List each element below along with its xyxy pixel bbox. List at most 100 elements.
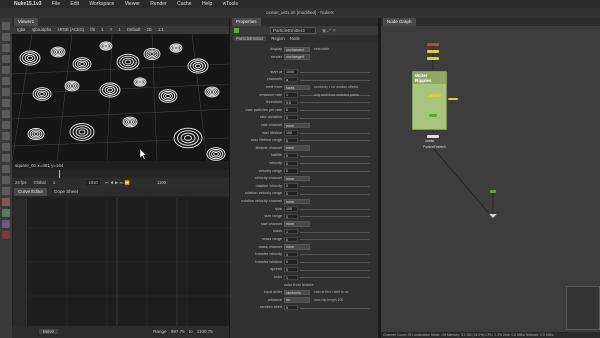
tab-particle-emitter[interactable]: ParticleEmitter xyxy=(233,36,267,41)
knob-value[interactable]: 0 xyxy=(284,168,298,174)
furnace-tool-icon[interactable] xyxy=(2,187,10,195)
knob-dropdown[interactable]: unchanged xyxy=(284,46,310,52)
knob-value[interactable]: 0 xyxy=(284,213,298,220)
knob-slider[interactable] xyxy=(300,186,370,188)
viewer-gain[interactable]: 1 xyxy=(101,27,103,32)
knob-value[interactable]: 1 xyxy=(284,228,298,235)
ocean-node[interactable] xyxy=(427,135,439,138)
knob-value[interactable]: 0.5 xyxy=(284,99,298,106)
start-frame[interactable]: 1 xyxy=(53,180,55,185)
views-tool-icon[interactable] xyxy=(2,132,10,140)
fps-field[interactable]: 24 fps xyxy=(15,180,26,185)
play-controls-icon[interactable]: ⏮ ◀ ▶ ⏭ ⏩ xyxy=(105,180,130,185)
knob-extra[interactable]: max clip length 100 xyxy=(314,297,343,304)
knob-slider[interactable] xyxy=(300,117,370,119)
knob-value[interactable]: 0 xyxy=(284,137,298,144)
viewer-alpha[interactable]: rgba.alpha xyxy=(32,27,52,32)
knob-dropdown[interactable]: unchanged xyxy=(284,54,310,60)
knob-dropdown[interactable]: none xyxy=(284,122,310,128)
knob-slider[interactable] xyxy=(300,132,370,134)
menu-help[interactable]: Help xyxy=(202,1,212,7)
scene-node[interactable] xyxy=(490,190,496,193)
knob-value[interactable]: 1000 xyxy=(284,69,298,75)
knob-checkbox[interactable]: color from texture xyxy=(284,282,314,289)
knob-slider[interactable] xyxy=(300,102,370,104)
menu-render[interactable]: Render xyxy=(150,1,166,7)
range-to[interactable]: 1100.75 xyxy=(197,329,213,334)
tab-region[interactable]: Region xyxy=(271,36,284,41)
plugin-tool-icon[interactable] xyxy=(2,231,10,239)
knob-dropdown[interactable]: no xyxy=(284,297,310,303)
emitter-node[interactable] xyxy=(429,114,437,117)
knob-value[interactable]: 0 xyxy=(284,266,298,273)
menu-edit[interactable]: Edit xyxy=(70,1,79,7)
knob-slider[interactable] xyxy=(300,262,370,264)
particles-tool-icon[interactable] xyxy=(2,154,10,162)
timeline-ruler[interactable] xyxy=(12,170,229,178)
transform-tool-icon[interactable] xyxy=(2,110,10,118)
knob-slider[interactable] xyxy=(300,110,370,112)
viewer-gamma[interactable]: 1 xyxy=(118,27,120,32)
knob-extra[interactable]: randomly • no random offsets xyxy=(314,84,358,91)
knob-slider[interactable] xyxy=(300,231,370,233)
knob-slider[interactable] xyxy=(300,269,370,271)
menu-cache[interactable]: Cache xyxy=(177,1,191,7)
3d-tool-icon[interactable] xyxy=(2,121,10,129)
knob-value[interactable]: 0 xyxy=(284,183,298,189)
gizmo-tool-icon[interactable] xyxy=(2,198,10,206)
knob-value[interactable]: 100 xyxy=(284,206,298,212)
knob-slider[interactable] xyxy=(300,239,370,241)
channel-tool-icon[interactable] xyxy=(2,55,10,63)
menu-workspace[interactable]: Workspace xyxy=(89,1,114,7)
knob-dropdown[interactable]: randomly xyxy=(284,289,310,296)
knob-value[interactable]: 1 xyxy=(284,92,298,98)
image-tool-icon[interactable] xyxy=(2,22,10,30)
tab-dope-sheet[interactable]: Dope Sheet xyxy=(50,188,82,196)
range-from[interactable]: 997.75 xyxy=(171,329,185,334)
keyer-tool-icon[interactable] xyxy=(2,88,10,96)
knob-slider[interactable] xyxy=(300,163,370,165)
tab-viewer1[interactable]: Viewer1 xyxy=(14,18,39,26)
knob-slider[interactable] xyxy=(300,208,370,210)
knob-value[interactable]: 0 xyxy=(284,251,298,258)
timeline-bar[interactable]: 24 fps Global 1 1010 ⏮ ◀ ▶ ⏭ ⏩ 1100 xyxy=(12,170,229,188)
knob-dropdown[interactable]: faces xyxy=(284,84,310,90)
knob-slider[interactable] xyxy=(300,79,370,81)
current-frame[interactable]: 1010 xyxy=(86,180,100,185)
viewer-fstop[interactable]: f/8 xyxy=(90,27,95,32)
node-name-field[interactable]: ParticleEmitter3 xyxy=(270,27,316,34)
knob-extra[interactable]: start at first • limit to rw xyxy=(314,289,348,296)
transform-node[interactable] xyxy=(427,50,439,53)
menu-viewer[interactable]: Viewer xyxy=(125,1,140,7)
tab-curve-editor[interactable]: Curve Editor xyxy=(14,188,48,196)
knob-slider[interactable] xyxy=(300,254,370,256)
knob-value[interactable]: 0 xyxy=(284,114,298,121)
viewer-canvas[interactable] xyxy=(12,34,229,161)
viewer-lut[interactable]: Default xyxy=(127,27,140,32)
menu-file[interactable]: File xyxy=(52,1,60,7)
node-graph-panel[interactable]: Node Graph Water Ripples ocean ParticleE… xyxy=(381,18,600,338)
end-frame[interactable]: 1100 xyxy=(157,180,166,185)
knob-extra[interactable]: selectable xyxy=(314,46,329,53)
viewer-y[interactable]: Y xyxy=(110,27,113,32)
cara-tool-icon[interactable] xyxy=(2,209,10,217)
knob-value[interactable]: 1 xyxy=(284,274,298,280)
knob-dropdown[interactable]: none xyxy=(284,175,310,182)
other-tool-icon[interactable] xyxy=(2,176,10,184)
curve-grid[interactable] xyxy=(26,198,230,326)
viewer-zoom[interactable]: 1:1 xyxy=(158,27,164,32)
node-graph-minimap[interactable] xyxy=(566,286,600,330)
knob-value[interactable]: 0 xyxy=(284,259,298,265)
tab-node[interactable]: Node xyxy=(290,36,300,41)
knob-value[interactable]: 0 xyxy=(284,236,298,242)
menu-wtools[interactable]: wTools xyxy=(223,1,238,7)
knob-slider[interactable] xyxy=(300,155,370,157)
draw-tool-icon[interactable] xyxy=(2,33,10,41)
knob-value[interactable]: 0 xyxy=(284,304,298,311)
tab-properties[interactable]: Properties xyxy=(232,18,261,26)
toolsets-tool-icon[interactable] xyxy=(2,165,10,173)
read-node[interactable] xyxy=(427,43,439,46)
merge-tool-icon[interactable] xyxy=(2,99,10,107)
app-menu[interactable]: Nuke15.1v3 xyxy=(14,1,42,7)
curve-knob-list[interactable] xyxy=(13,198,25,326)
